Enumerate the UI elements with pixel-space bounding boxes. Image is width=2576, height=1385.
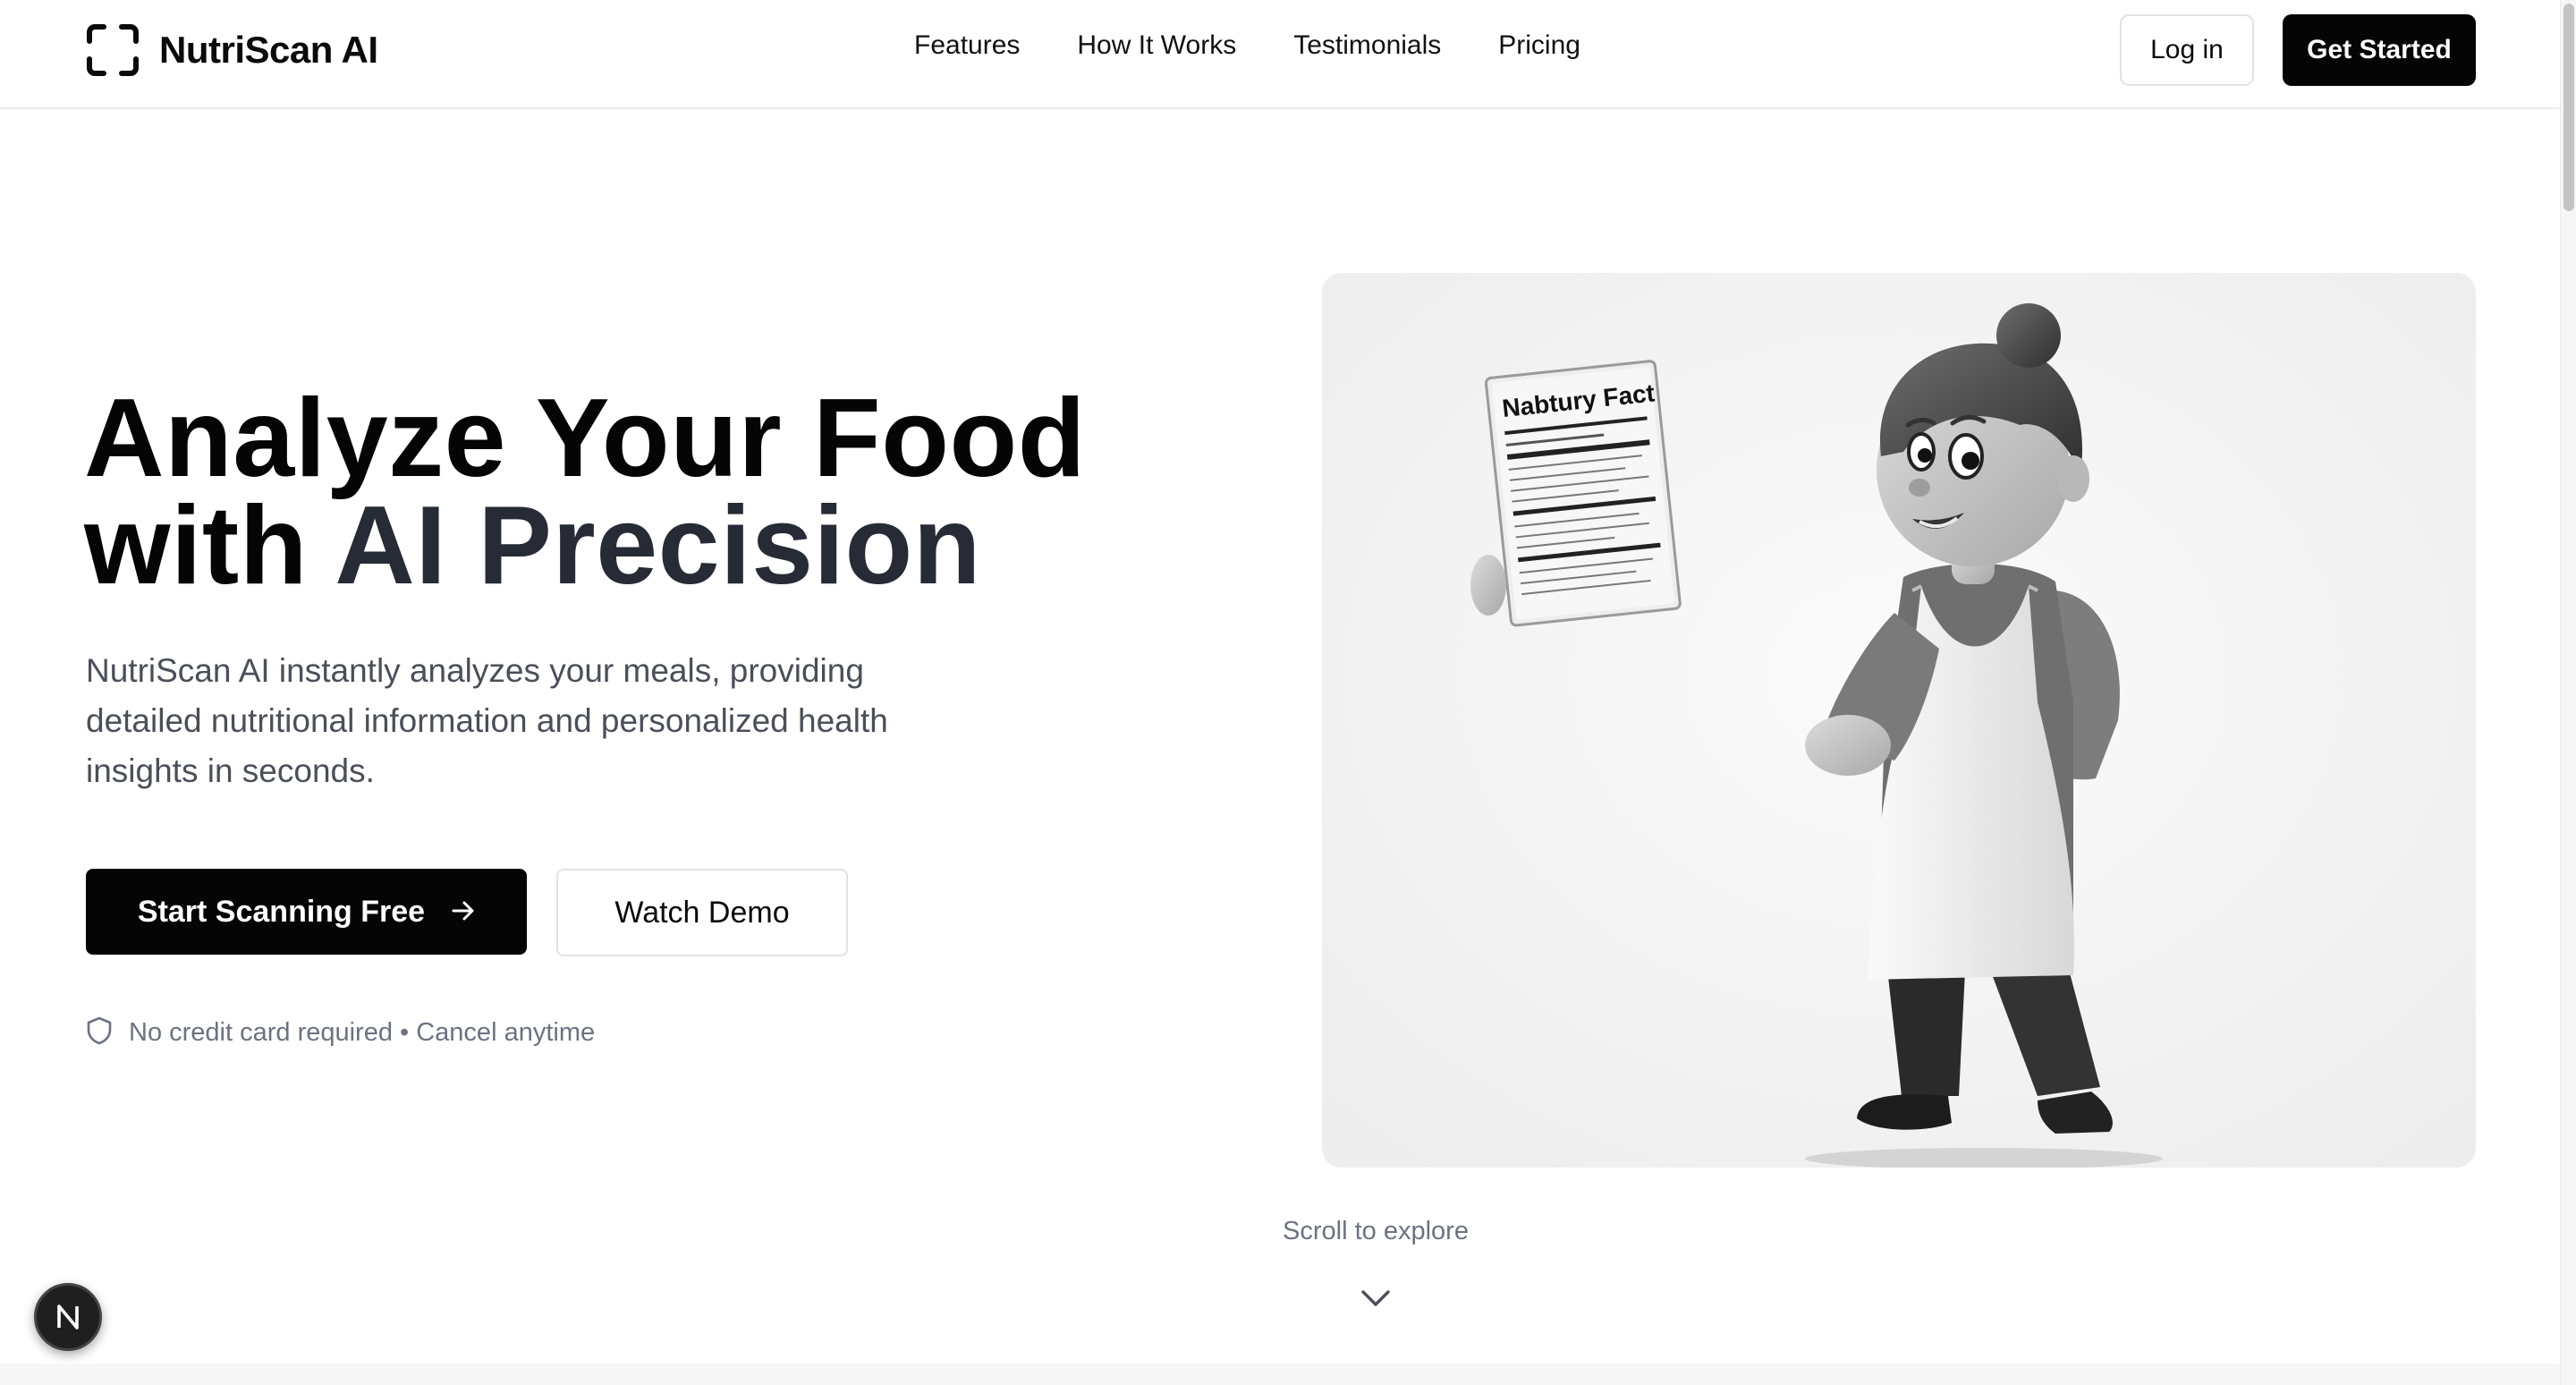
headline-line-1: Analyze Your Food <box>84 377 1087 500</box>
hero-illustration: Nabtury Fact <box>1322 273 2476 1168</box>
next-section-edge <box>0 1364 2560 1385</box>
shield-icon <box>86 1016 113 1049</box>
watch-demo-button[interactable]: Watch Demo <box>556 869 848 956</box>
page-scrollbar[interactable] <box>2560 0 2576 1385</box>
scroll-hint: Scroll to explore <box>1283 1217 1469 1245</box>
n-logo-icon <box>57 1304 79 1330</box>
dev-indicator-badge[interactable] <box>34 1283 102 1351</box>
hero-subtext: NutriScan AI instantly analyzes your mea… <box>86 652 888 789</box>
start-scanning-button[interactable]: Start Scanning Free <box>86 869 527 955</box>
scan-frame-icon <box>86 23 140 77</box>
hero-headline: Analyze Your Food with AI Precision <box>84 383 1247 601</box>
login-button[interactable]: Log in <box>2120 14 2254 86</box>
chevron-down-icon[interactable] <box>1360 1287 1392 1310</box>
nav-link-how-it-works[interactable]: How It Works <box>1077 30 1236 61</box>
main-nav: Features How It Works Testimonials Prici… <box>914 30 1580 61</box>
site-header: NutriScan AI Features How It Works Testi… <box>0 0 2560 109</box>
start-scanning-label: Start Scanning Free <box>137 894 426 929</box>
headline-accent: AI Precision <box>335 484 981 608</box>
brand-name: NutriScan AI <box>159 29 378 71</box>
trust-note: No credit card required • Cancel anytime <box>86 1016 595 1049</box>
trust-note-text: No credit card required • Cancel anytime <box>129 1018 596 1047</box>
headline-line-2-prefix: with <box>84 484 335 608</box>
scrollbar-thumb[interactable] <box>2563 4 2574 211</box>
nav-link-testimonials[interactable]: Testimonials <box>1293 30 1441 61</box>
nav-link-features[interactable]: Features <box>914 30 1020 61</box>
get-started-button[interactable]: Get Started <box>2283 14 2476 86</box>
arrow-right-icon <box>452 895 475 930</box>
nav-link-pricing[interactable]: Pricing <box>1498 30 1580 61</box>
brand-logo[interactable]: NutriScan AI <box>86 21 378 79</box>
